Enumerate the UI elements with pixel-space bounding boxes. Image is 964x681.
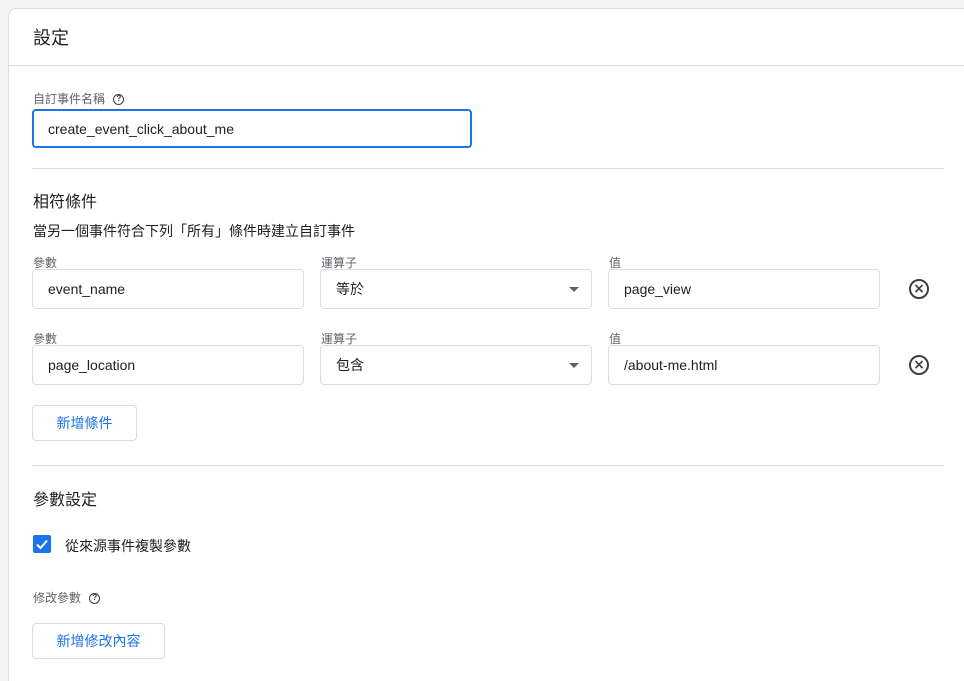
modify-params-label-row: 修改參數 ? <box>33 589 101 606</box>
operator-select[interactable]: 等於 <box>320 269 592 309</box>
remove-circle-icon[interactable]: × <box>909 355 929 375</box>
chevron-down-icon <box>569 287 579 292</box>
event-name-input[interactable]: create_event_click_about_me <box>32 109 472 148</box>
param-input[interactable]: page_location <box>32 345 304 385</box>
modify-params-label: 修改參數 <box>33 591 82 605</box>
help-circle-icon[interactable]: ? <box>113 94 125 106</box>
operator-value: 等於 <box>336 281 364 297</box>
remove-circle-icon[interactable]: × <box>909 279 929 299</box>
help-circle-icon[interactable]: ? <box>89 593 101 605</box>
value-input[interactable]: page_view <box>608 269 880 309</box>
event-name-label: 自訂事件名稱 <box>33 92 106 106</box>
operator-value: 包含 <box>336 357 364 373</box>
add-modification-button[interactable]: 新增修改內容 <box>32 623 165 659</box>
operator-select[interactable]: 包含 <box>320 345 592 385</box>
divider <box>32 168 944 169</box>
value-text: /about-me.html <box>624 357 718 373</box>
event-name-label-row: 自訂事件名稱 ? <box>33 90 125 107</box>
divider <box>32 465 944 466</box>
add-condition-button[interactable]: 新增條件 <box>32 405 137 441</box>
value-text: page_view <box>624 281 691 297</box>
event-name-value: create_event_click_about_me <box>48 120 235 137</box>
param-input[interactable]: event_name <box>32 269 304 309</box>
copy-params-label: 從來源事件複製參數 <box>65 538 191 554</box>
conditions-description: 當另一個事件符合下列「所有」條件時建立自訂事件 <box>33 223 355 239</box>
conditions-title: 相符條件 <box>33 194 98 211</box>
value-input[interactable]: /about-me.html <box>608 345 880 385</box>
param-value: page_location <box>48 357 136 373</box>
card-header: 設定 <box>9 9 964 66</box>
param-settings-title: 參數設定 <box>33 492 98 509</box>
copy-params-checkbox[interactable] <box>33 535 51 553</box>
param-value: event_name <box>48 281 126 297</box>
chevron-down-icon <box>569 363 579 368</box>
card-title: 設定 <box>33 28 69 48</box>
checkmark-icon <box>36 539 48 550</box>
